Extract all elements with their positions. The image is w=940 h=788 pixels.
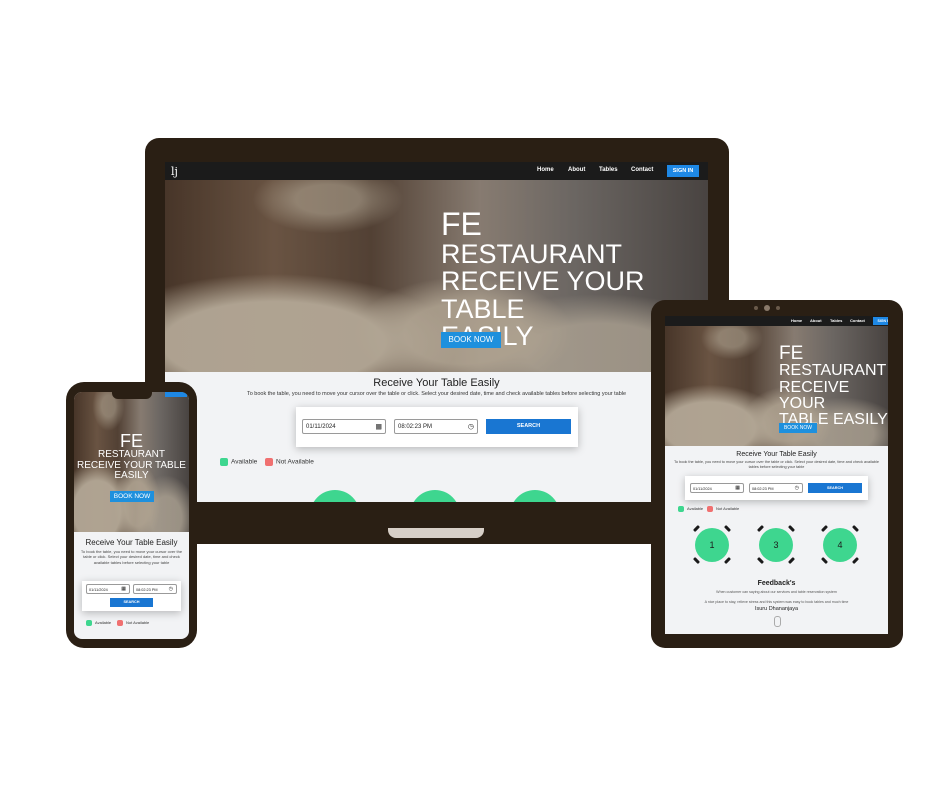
laptop-notch [388,528,484,538]
phone-legend-not-available: Not Available [117,620,149,626]
tablet-book-now-button[interactable]: BOOK NOW [779,423,817,433]
chair [723,556,732,565]
time-input[interactable]: 08:02:23 PM ◷ [394,419,478,434]
phone-booking-form: 01/11/2024 ▦ 08:02:23 PM ◷ SEARCH [82,581,181,611]
phone-time-input[interactable]: 08:02:23 PM ◷ [133,584,177,594]
phone-legend-available: Available [86,620,111,626]
hero-line-2: RESTAURANT [441,238,623,269]
feedback-quote: A nice place to stay, relieve stress and… [704,600,849,604]
nav-home-link[interactable]: Home [537,167,554,173]
phone-calendar-icon[interactable]: ▦ [121,584,126,594]
brand-logo[interactable]: lj [171,165,178,178]
chair [820,524,829,533]
phone-clock-icon[interactable]: ◷ [169,584,173,594]
tablet-sensor-left [754,306,758,310]
phone-speaker [112,392,152,399]
navbar: lj Home About Tables Contact SIGN IN [165,162,708,180]
tablet-search-button[interactable]: SEARCH [808,483,862,493]
tablet-booking-description: To book the table, you need to move your… [674,460,879,469]
tablet-sign-in-button[interactable]: SIGN IN [873,317,888,325]
laptop-screen: lj Home About Tables Contact SIGN IN FE … [165,162,708,502]
tablet-date-input[interactable]: 01/11/2024 ▦ [690,483,744,493]
feedback-title: Feedback's [757,580,796,587]
table-4[interactable] [510,490,560,502]
date-value: 01/11/2024 [306,424,336,430]
available-swatch [220,458,228,466]
phone-booking-title: Receive Your Table Easily [85,538,178,547]
phone-date-input[interactable]: 01/11/2024 ▦ [86,584,130,594]
chair [756,524,765,533]
tablet-navbar: Home About Tables Contact SIGN IN [665,316,888,326]
search-button[interactable]: SEARCH [486,419,571,434]
tablet-sensor-right [776,306,780,310]
tablet-nav-home[interactable]: Home [791,318,802,323]
phone-book-now-button[interactable]: BOOK NOW [110,491,154,502]
table-1[interactable] [310,490,360,502]
phone-sign-in-tab[interactable] [165,392,187,397]
chair [787,556,796,565]
tablet-nav-about[interactable]: About [810,318,822,323]
tablet-camera [764,305,770,311]
tablet-clock-icon[interactable]: ◷ [795,483,799,493]
tablet-table-3[interactable]: 3 [759,528,793,562]
tablet-nav-tables[interactable]: Tables [830,318,842,323]
tablet-screen: Home About Tables Contact SIGN IN FE RES… [665,316,888,634]
chair [692,556,701,565]
tablet-booking-form: 01/11/2024 ▦ 08:02:23 PM ◷ SEARCH [685,476,868,500]
sign-in-button[interactable]: SIGN IN [667,165,699,177]
tablet-legend-not-available: Not Available [707,506,739,512]
feedback-author: Isuru Dhananjaya [754,606,799,612]
phone-hero-heading: FE RESTAURANT RECEIVE YOUR TABLE EASILY [77,431,186,481]
chair [756,556,765,565]
legend-available: Available [220,458,257,466]
time-value: 08:02:23 PM [398,424,433,430]
chair [787,524,796,533]
nav-about-link[interactable]: About [568,167,585,173]
legend-not-available: Not Available [265,458,314,466]
nav-contact-link[interactable]: Contact [631,167,653,173]
book-now-button[interactable]: BOOK NOW [441,332,501,348]
chair [851,556,860,565]
tablet-nav-contact[interactable]: Contact [850,318,865,323]
tablet-table-1[interactable]: 1 [695,528,729,562]
tablet-booking-title: Receive Your Table Easily [736,451,817,458]
chair [820,556,829,565]
not-available-swatch [265,458,273,466]
phone-screen: FE RESTAURANT RECEIVE YOUR TABLE EASILY … [74,392,189,639]
tablet-hero-heading: FE RESTAURANT RECEIVE YOUR TABLE EASILY [779,343,888,429]
clock-icon[interactable]: ◷ [468,419,474,434]
booking-title: Receive Your Table Easily [373,377,500,389]
table-3[interactable] [410,490,460,502]
chair [692,524,701,533]
chair [851,524,860,533]
nav-tables-link[interactable]: Tables [599,167,618,173]
date-input[interactable]: 01/11/2024 ▦ [302,419,386,434]
tablet-table-4[interactable]: 4 [823,528,857,562]
tablet-time-input[interactable]: 08:02:23 PM ◷ [749,483,803,493]
feedback-subtitle: When customer can saying about our servi… [716,590,837,594]
scroll-indicator[interactable] [774,616,781,627]
tablet-calendar-icon[interactable]: ▦ [735,483,740,493]
tablet-legend-available: Available [678,506,703,512]
booking-description: To book the table, you need to move your… [246,391,627,397]
booking-form: 01/11/2024 ▦ 08:02:23 PM ◷ SEARCH [296,407,578,447]
calendar-icon[interactable]: ▦ [375,419,382,434]
chair [723,524,732,533]
phone-search-button[interactable]: SEARCH [110,598,153,607]
phone-booking-description: To book the table, you need to move your… [80,549,183,565]
hero-line-1: FE [441,206,482,242]
